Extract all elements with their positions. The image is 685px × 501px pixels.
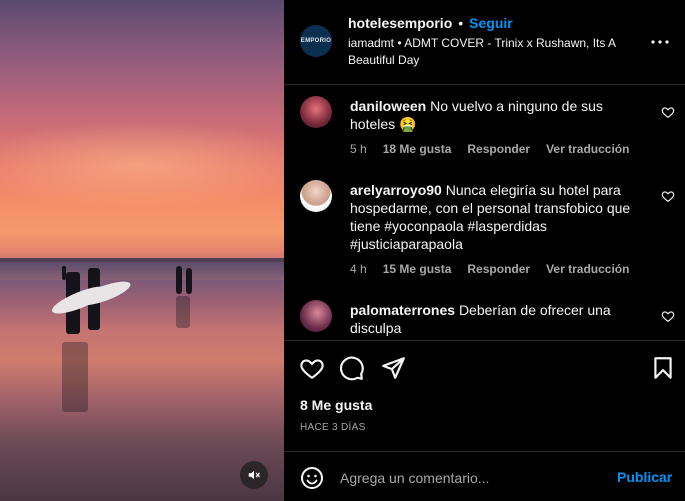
comment-username[interactable]: arelyarroyo90 [350,182,442,198]
brand-avatar-text: EMPORIO [300,38,332,44]
comment-text: palomaterrones Deberían de ofrecer una d… [350,301,650,337]
translate-button[interactable]: Ver traducción [546,142,629,156]
avatar[interactable]: EMPORIO [300,25,332,57]
comment-composer: Publicar [284,451,685,501]
avatar[interactable] [300,180,332,212]
header-user-line: hotelesemporio • Seguir [348,15,513,31]
post-header: EMPORIO hotelesemporio • Seguir iamadmt … [284,0,685,85]
heart-icon[interactable] [661,105,675,119]
comment-username[interactable]: palomaterrones [350,302,455,318]
avatar[interactable] [300,96,332,128]
translate-button[interactable]: Ver traducción [546,262,629,276]
heart-icon[interactable] [299,355,325,381]
emoji-icon[interactable] [300,466,324,490]
post-date[interactable]: HACE 3 DÍAS [300,422,366,433]
sea [0,262,284,280]
post-media[interactable] [0,0,284,501]
avatar[interactable] [300,300,332,332]
more-icon [651,40,669,44]
publish-button[interactable]: Publicar [617,469,672,485]
reflection [176,296,190,328]
comment-username[interactable]: daniloween [350,98,426,114]
person-figure [62,266,66,280]
reflection [62,342,88,412]
comments-list[interactable]: daniloween No vuelvo a ninguno de sus ho… [284,86,685,340]
comment-time[interactable]: 5 h [350,142,367,156]
heart-icon[interactable] [661,309,675,323]
person-figure [186,268,192,294]
comment-likes[interactable]: 18 Me gusta [383,142,452,156]
person-figure [176,266,182,294]
comment-text: daniloween No vuelvo a ninguno de sus ho… [350,97,650,133]
send-icon[interactable] [380,355,406,381]
comment-time[interactable]: 4 h [350,262,367,276]
comment-likes[interactable]: 15 Me gusta [383,262,452,276]
comment-meta: 4 h 15 Me gusta Responder Ver traducción [350,262,629,276]
username-link[interactable]: hotelesemporio [348,15,452,31]
bookmark-icon[interactable] [650,355,676,381]
comment-input[interactable] [340,465,605,491]
comment-text: arelyarroyo90 Nunca elegiría su hotel pa… [350,181,650,253]
reply-button[interactable]: Responder [467,142,530,156]
post-actions: 8 Me gusta HACE 3 DÍAS [284,340,685,451]
like-count[interactable]: 8 Me gusta [300,397,372,413]
post-side-panel: EMPORIO hotelesemporio • Seguir iamadmt … [284,0,685,501]
mute-icon [248,470,260,480]
comment-icon[interactable] [339,355,365,381]
surfboard [75,276,133,311]
heart-icon[interactable] [661,189,675,203]
comment-meta: 5 h 18 Me gusta Responder Ver traducción [350,142,629,156]
follow-button[interactable]: Seguir [469,15,513,31]
mute-button[interactable] [240,461,268,489]
separator-dot: • [458,15,464,31]
reply-button[interactable]: Responder [467,262,530,276]
more-options-button[interactable] [648,30,672,54]
audio-attribution[interactable]: iamadmt • ADMT COVER - Trinix x Rushawn,… [348,35,648,69]
sunset-glow [0,120,284,210]
